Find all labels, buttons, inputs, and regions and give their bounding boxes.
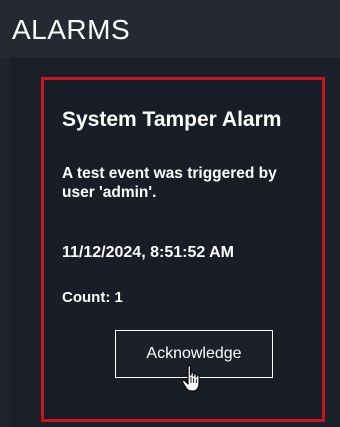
- alarm-title: System Tamper Alarm: [62, 108, 282, 131]
- alarm-count: Count: 1: [62, 289, 123, 306]
- alarm-message: A test event was triggered by user 'admi…: [62, 165, 277, 201]
- alarms-panel-header: ALARMS: [0, 0, 340, 58]
- panel-left-strip: [0, 58, 10, 427]
- hand-pointer-icon: [181, 365, 200, 392]
- alarm-timestamp: 11/12/2024, 8:51:52 AM: [62, 244, 234, 261]
- panel-title: ALARMS: [12, 14, 131, 45]
